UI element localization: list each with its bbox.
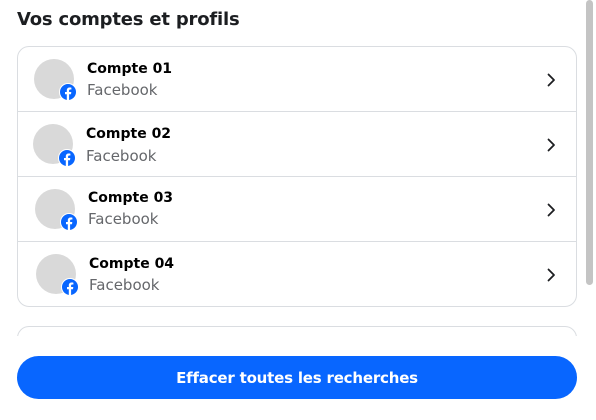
account-row-4[interactable]: Compte 04 Facebook (18, 242, 576, 306)
account-row-2[interactable]: Compte 02 Facebook (18, 112, 576, 177)
chevron-right-icon (546, 268, 556, 282)
facebook-icon (61, 278, 79, 296)
accounts-list: Compte 01 Facebook Compte 02 Facebook Co… (17, 46, 577, 307)
account-platform: Facebook (87, 81, 158, 99)
chevron-right-icon (546, 73, 556, 87)
clear-searches-button[interactable]: Effacer toutes les recherches (17, 356, 577, 399)
account-name: Compte 01 (87, 61, 173, 77)
section-title: Vos comptes et profils (17, 9, 240, 30)
account-row-3[interactable]: Compte 03 Facebook (18, 177, 576, 242)
account-platform: Facebook (86, 147, 157, 165)
account-name: Compte 03 (88, 190, 174, 206)
facebook-icon (60, 213, 78, 231)
chevron-right-icon (546, 203, 556, 217)
chevron-right-icon (546, 138, 556, 152)
facebook-icon (59, 83, 77, 101)
account-name: Compte 04 (89, 256, 175, 272)
account-row-1[interactable]: Compte 01 Facebook (18, 47, 576, 112)
facebook-icon (58, 149, 76, 167)
scrollbar-thumb[interactable] (586, 0, 593, 285)
account-name: Compte 02 (86, 126, 172, 142)
account-platform: Facebook (88, 210, 159, 228)
account-platform: Facebook (89, 276, 160, 294)
